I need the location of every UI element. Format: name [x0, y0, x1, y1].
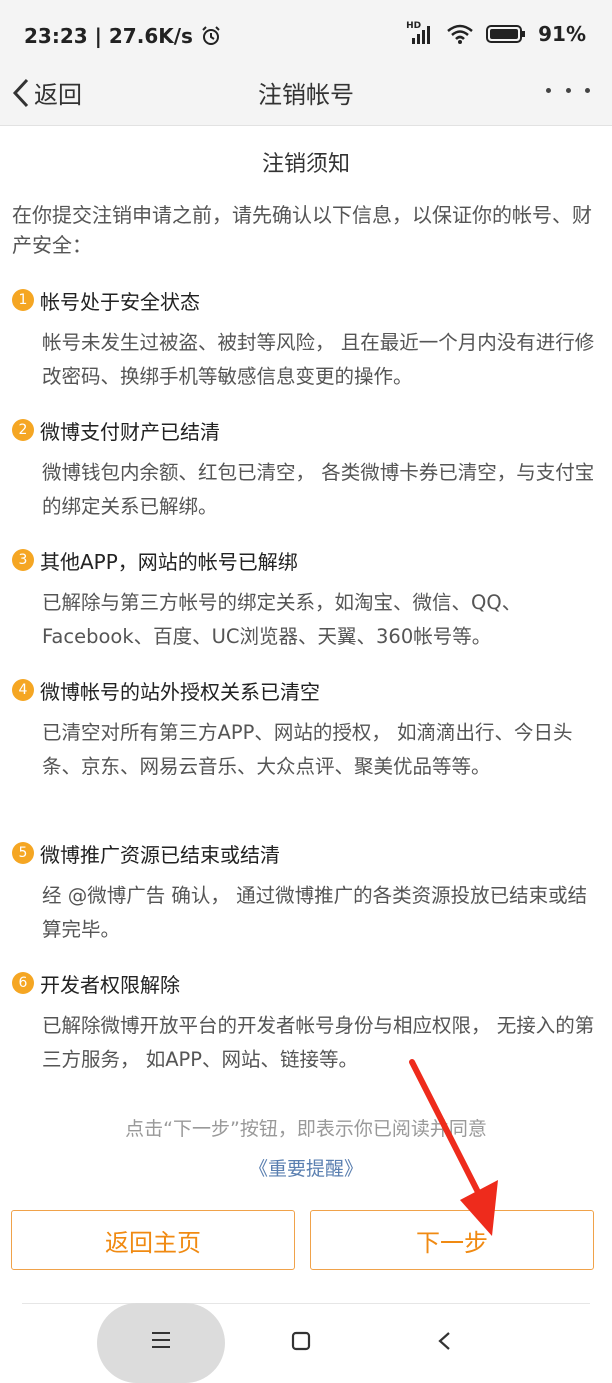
menu-icon [152, 1332, 170, 1348]
status-bar: 23:23 | 27.6K/s HD 91% [0, 0, 612, 70]
more-dot-icon [565, 87, 571, 93]
important-reminder-link[interactable]: 《重要提醒》 [0, 1154, 612, 1181]
status-time-speed: 23:23 | 27.6K/s [24, 24, 193, 48]
number-badge: 5 [12, 842, 34, 864]
notice-item: 5 微博推广资源已结束或结清 经 @微博广告 确认， 通过微博推广的各类资源投放… [12, 837, 602, 947]
more-dot-icon [546, 87, 551, 93]
notice-item: 1 帐号处于安全状态 帐号未发生过被盗、被封等风险， 且在最近一个月内没有进行修… [12, 284, 602, 394]
divider [22, 1303, 590, 1304]
back-triangle-icon[interactable] [436, 1331, 452, 1351]
notice-item: 3 其他APP，网站的帐号已解绑 已解除与第三方帐号的绑定关系，如淘宝、微信、Q… [12, 544, 602, 654]
signal-icon: HD [406, 21, 434, 45]
number-badge: 2 [12, 419, 34, 441]
alarm-icon [202, 26, 220, 45]
number-badge: 1 [12, 289, 34, 311]
status-left: 23:23 | 27.6K/s [24, 24, 221, 48]
more-dot-icon [585, 87, 590, 93]
red-arrow-icon [409, 1059, 498, 1236]
item-desc: 微博钱包内余额、红包已清空， 各类微博卡券已清空，与支付宝的绑定关系已解绑。 [42, 461, 595, 518]
status-right: HD 91% [406, 21, 586, 46]
number-badge: 3 [12, 549, 34, 571]
battery-icon [486, 25, 526, 43]
item-desc: 帐号未发生过被盗、被封等风险， 且在最近一个月内没有进行修改密码、换绑手机等敏感… [42, 331, 595, 388]
item-desc: 已解除与第三方帐号的绑定关系，如淘宝、微信、QQ、Facebook、百度、UC浏… [42, 591, 522, 648]
item-title: 微博帐号的站外授权关系已清空 [40, 679, 320, 704]
item-title: 微博支付财产已结清 [40, 419, 220, 444]
wifi-icon [447, 24, 473, 44]
item-desc: 经 @微博广告 确认， 通过微博推广的各类资源投放已结束或结算完毕。 [42, 884, 588, 941]
item-title: 微博推广资源已结束或结清 [40, 842, 280, 867]
hd-label: HD [406, 21, 422, 31]
item-title: 帐号处于安全状态 [40, 289, 200, 314]
notice-item: 4 微博帐号的站外授权关系已清空 已清空对所有第三方APP、网站的授权， 如滴滴… [12, 674, 602, 784]
page-title: 注销帐号 [258, 81, 354, 109]
notice-title: 注销须知 [261, 152, 350, 177]
return-home-button[interactable]: 返回主页 [11, 1210, 295, 1270]
notice-item: 2 微博支付财产已结清 微博钱包内余额、红包已清空， 各类微博卡券已清空，与支付… [12, 414, 602, 524]
number-badge: 6 [12, 972, 34, 994]
item-title: 其他APP，网站的帐号已解绑 [40, 549, 298, 574]
item-desc: 已清空对所有第三方APP、网站的授权， 如滴滴出行、今日头条、京东、网易云音乐、… [42, 721, 573, 778]
battery-percent: 91% [538, 22, 586, 46]
nav-bar: 返回 注销帐号 [0, 70, 612, 126]
notice-intro: 在你提交注销申请之前，请先确认以下信息，以保证你的帐号、财产安全： [12, 203, 592, 257]
home-square-icon[interactable] [291, 1331, 311, 1351]
more-options-button[interactable] [546, 76, 590, 104]
number-badge: 4 [12, 679, 34, 701]
menu-button[interactable] [97, 1303, 225, 1383]
agreement-note: 点击“下一步”按钮，即表示你已阅读并同意 [125, 1118, 487, 1140]
item-title: 开发者权限解除 [40, 972, 180, 997]
